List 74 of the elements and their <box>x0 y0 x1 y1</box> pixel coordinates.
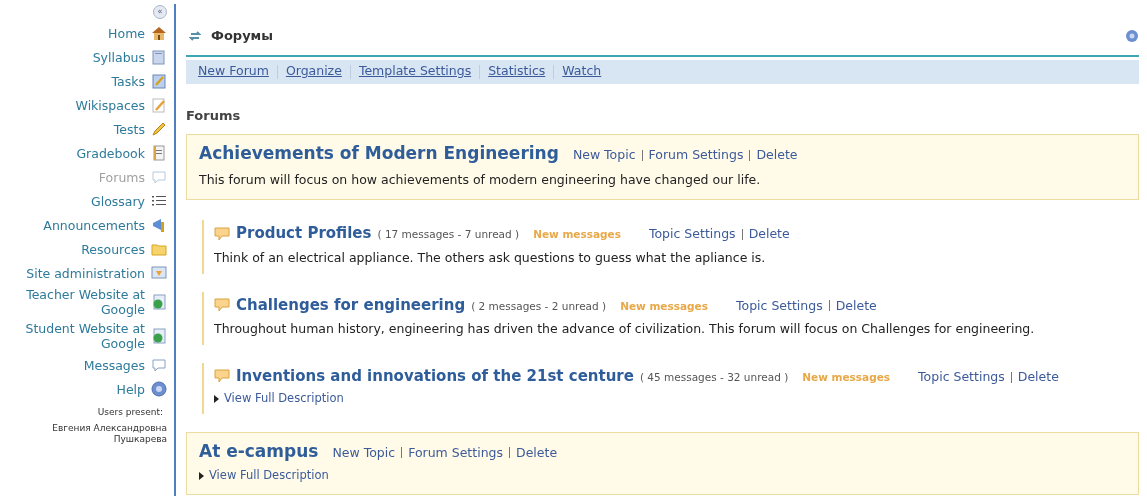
speech-bubble-icon <box>214 226 230 241</box>
speech-bubble-icon <box>214 369 230 383</box>
list-icon <box>151 193 167 209</box>
forum-title[interactable]: Achievements of Modern Engineering <box>199 141 559 167</box>
topic-title[interactable]: Product Profiles <box>236 222 372 245</box>
collapse-button[interactable]: « <box>153 5 167 19</box>
action-link[interactable]: Delete <box>756 146 798 165</box>
message-count: ( 17 messages - 7 unread ) <box>377 227 520 243</box>
action-link[interactable]: Forum Settings <box>648 146 744 165</box>
triangle-icon <box>214 394 219 403</box>
view-description-link[interactable]: View Full Description <box>199 467 329 485</box>
sidebar-item[interactable]: Home <box>108 21 167 45</box>
help-icon[interactable] <box>1125 28 1139 43</box>
sidebar-item[interactable]: Wikispaces <box>75 93 167 117</box>
folder-icon <box>151 241 167 257</box>
triangle-icon <box>199 471 204 480</box>
presentation-icon <box>151 265 167 281</box>
refresh-icon <box>189 29 201 42</box>
user-name: Евгения Александровна Пушкарева <box>51 422 167 445</box>
message-count: ( 2 messages - 2 unread ) <box>471 298 607 314</box>
action-link[interactable]: New Topic <box>572 146 636 165</box>
action-link[interactable]: Topic Settings <box>648 225 736 244</box>
toolbar-link[interactable]: Statistics <box>488 62 546 81</box>
page-title: Форумы <box>211 27 274 45</box>
globe-page-icon <box>151 328 167 344</box>
toolbar-link[interactable]: Watch <box>562 62 602 81</box>
topic-title[interactable]: Challenges for engineering <box>236 293 466 316</box>
megaphone-icon <box>151 217 167 233</box>
topic-title[interactable]: Inventions and innovations of the 21st centure <box>236 364 634 388</box>
speech-bubble-icon <box>214 297 230 312</box>
sidebar-item[interactable]: Student Website at Google <box>0 319 167 353</box>
sidebar-item[interactable]: Messages <box>83 353 167 377</box>
action-link[interactable]: New Topic <box>332 443 396 463</box>
toolbar-link[interactable]: New Forum <box>198 62 269 81</box>
book-icon <box>151 49 167 65</box>
action-link[interactable]: Delete <box>516 443 558 463</box>
section-title: Forums <box>186 106 242 125</box>
new-messages-label: New messages <box>533 227 621 243</box>
action-link[interactable]: Delete <box>835 296 877 316</box>
users-present-label: Users present: <box>97 406 163 419</box>
sidebar-item[interactable]: Resources <box>81 237 167 261</box>
sidebar-item[interactable]: Glossary <box>90 189 167 213</box>
sidebar-item[interactable]: Gradebook <box>76 141 167 165</box>
page-pencil-icon <box>151 97 167 113</box>
pencil-icon <box>151 121 167 137</box>
new-messages-label: New messages <box>620 298 708 314</box>
toolbar-link[interactable]: Organize <box>285 62 342 81</box>
notepad-icon <box>151 73 167 89</box>
forum-title[interactable]: At e-campus <box>199 438 319 464</box>
notebook-icon <box>151 145 167 161</box>
action-link[interactable]: Delete <box>1017 367 1059 387</box>
globe-page-icon <box>151 294 167 310</box>
description-text: This forum will focus on how achievements of modern engineering have changed our life. <box>199 170 762 189</box>
sidebar-item[interactable]: Teacher Website at Google <box>0 285 167 319</box>
help-icon <box>151 381 167 397</box>
sidebar-item[interactable]: Tasks <box>111 69 167 93</box>
action-link[interactable]: Topic Settings <box>735 296 823 316</box>
sidebar-item[interactable]: Announcements <box>43 213 167 237</box>
sidebar-item[interactable]: Site administration <box>26 261 167 285</box>
speech-bubble-icon <box>151 169 167 185</box>
action-link[interactable]: Topic Settings <box>918 367 1005 387</box>
view-description-link[interactable]: View Full Description <box>214 390 344 408</box>
new-messages-label: New messages <box>802 369 891 385</box>
action-link[interactable]: Delete <box>748 225 790 244</box>
house-icon <box>151 25 167 41</box>
speech-bubble-icon <box>151 357 167 373</box>
sidebar-item[interactable]: Syllabus <box>92 45 167 69</box>
description-text: Throughout human history, engineering has driven the advance of civilization. This forum will focus on Challenges for engineering. <box>214 320 1036 338</box>
sidebar-item[interactable]: Help <box>116 377 167 401</box>
sidebar-item[interactable]: Tests <box>113 117 167 141</box>
action-link[interactable]: Forum Settings <box>408 443 503 463</box>
toolbar-link[interactable]: Template Settings <box>358 62 472 81</box>
message-count: ( 45 messages - 32 unread ) <box>639 369 789 385</box>
description-text: Think of an electrical appliance. The others ask questions to guess what the apliance is. <box>214 248 767 267</box>
